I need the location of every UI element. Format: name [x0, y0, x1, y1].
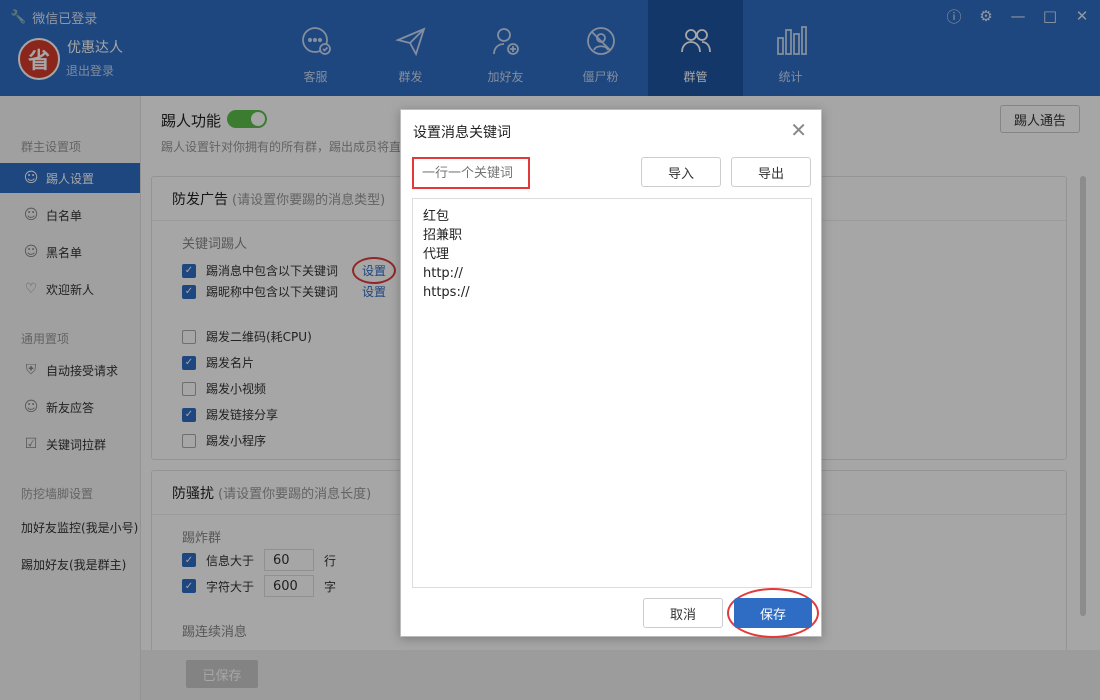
keyword-line: 代理	[423, 247, 450, 262]
import-button[interactable]: 导入	[641, 157, 721, 187]
keyword-textarea[interactable]: 红包 招兼职 代理 http:// https://	[412, 198, 812, 588]
keyword-line: 招兼职	[423, 228, 463, 243]
cancel-button[interactable]: 取消	[643, 598, 723, 628]
keyword-hint-box	[412, 157, 530, 189]
close-icon[interactable]: ✕	[790, 118, 807, 142]
keyword-dialog: 设置消息关键词 ✕ 导入 导出 红包 招兼职 代理 http:// https:…	[400, 109, 822, 638]
dialog-title: 设置消息关键词	[413, 125, 511, 141]
export-button[interactable]: 导出	[731, 157, 811, 187]
save-button[interactable]: 保存	[734, 598, 812, 628]
keyword-line: https://	[423, 285, 470, 300]
keyword-line: http://	[423, 266, 463, 281]
keyword-line: 红包	[423, 209, 450, 224]
keyword-input[interactable]	[414, 159, 528, 187]
